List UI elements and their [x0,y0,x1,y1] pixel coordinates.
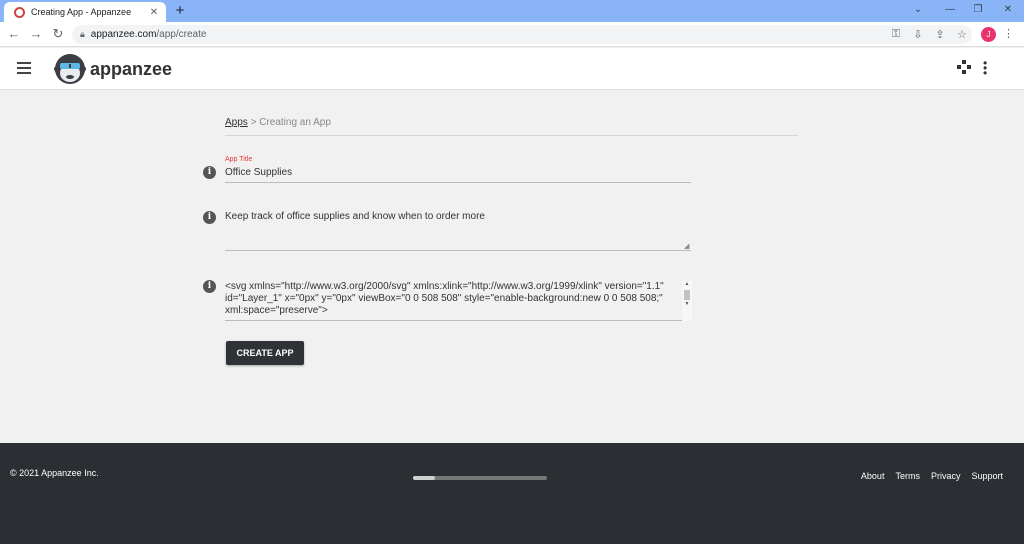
url-path: /app/create [156,29,207,40]
share-icon[interactable]: ⇪ [932,28,948,41]
breadcrumb-current: Creating an App [259,117,331,128]
scroll-down-icon[interactable]: ▼ [682,301,692,307]
restore-icon[interactable]: ❐ [964,2,992,18]
textarea-scrollbar[interactable]: ▲ ▼ [682,281,692,321]
description-textarea[interactable]: Keep track of office supplies and know w… [225,211,691,251]
icon-svg-textarea[interactable]: <svg xmlns="http://www.w3.org/2000/svg" … [225,281,682,321]
lock-icon: 🔒︎ [80,29,85,39]
info-icon[interactable]: i [203,211,216,224]
breadcrumb-separator: > [247,117,260,128]
forward-icon[interactable]: → [28,26,44,42]
footer-link-about[interactable]: About [861,471,885,481]
page-footer: © 2021 Appanzee Inc. About Terms Privacy… [0,443,1024,544]
breadcrumb-divider [225,135,798,136]
browser-menu-icon[interactable]: ⋮ [1003,27,1014,40]
footer-link-support[interactable]: Support [971,471,1003,481]
tab-title: Creating App - Appanzee [31,7,132,17]
install-icon[interactable]: ⇩ [910,28,926,41]
app-menu-icon[interactable]: • • • [983,57,987,79]
hamburger-menu-icon[interactable] [17,62,31,74]
profile-avatar[interactable]: J [981,27,996,42]
scroll-up-icon[interactable]: ▲ [682,281,692,287]
footer-link-terms[interactable]: Terms [895,471,920,481]
info-icon[interactable]: i [203,280,216,293]
reload-icon[interactable]: ↻ [50,26,66,42]
breadcrumb-apps-link[interactable]: Apps [225,117,248,128]
browser-tab[interactable]: Creating App - Appanzee ✕ [4,2,166,22]
app-header: appanzee [0,48,1024,90]
bookmark-star-icon[interactable]: ☆ [954,28,970,41]
resize-handle-icon[interactable]: ◢ [684,242,689,250]
copyright-text: © 2021 Appanzee Inc. [10,468,99,478]
favicon-icon [14,6,25,18]
url-domain: appanzee.com [90,29,157,40]
app-title-label: App Title [225,156,253,163]
browser-toolbar: ← → ↻ 🔒︎ appanzee.com/app/create ⚿ ⇩ ⇪ ☆… [0,22,1024,47]
create-app-button[interactable]: CREATE APP [226,341,304,365]
monkey-logo-icon[interactable] [53,52,87,86]
browser-tab-strip: Creating App - Appanzee ✕ + ⌄ — ❐ ✕ [0,0,1024,22]
address-bar[interactable]: 🔒︎ appanzee.com/app/create ⚿ ⇩ ⇪ ☆ [72,25,972,44]
breadcrumb: Apps > Creating an App [225,117,331,128]
info-icon[interactable]: i [203,166,216,179]
close-window-icon[interactable]: ✕ [994,2,1022,18]
key-icon[interactable]: ⚿ [888,28,904,41]
back-icon[interactable]: ← [6,26,22,42]
footer-link-privacy[interactable]: Privacy [931,471,961,481]
horizontal-scroll-thumb[interactable] [413,476,435,480]
app-title-input[interactable]: Office Supplies [225,166,691,183]
scroll-thumb[interactable] [684,290,690,300]
minimize-icon[interactable]: — [936,2,964,18]
brand-name[interactable]: appanzee [90,59,172,80]
tab-search-icon[interactable]: ⌄ [904,2,932,18]
gamepad-icon[interactable] [957,60,971,74]
horizontal-scrollbar[interactable] [413,476,547,480]
close-tab-icon[interactable]: ✕ [148,7,160,18]
footer-links: About Terms Privacy Support [861,471,1003,481]
new-tab-button[interactable]: + [172,2,188,20]
